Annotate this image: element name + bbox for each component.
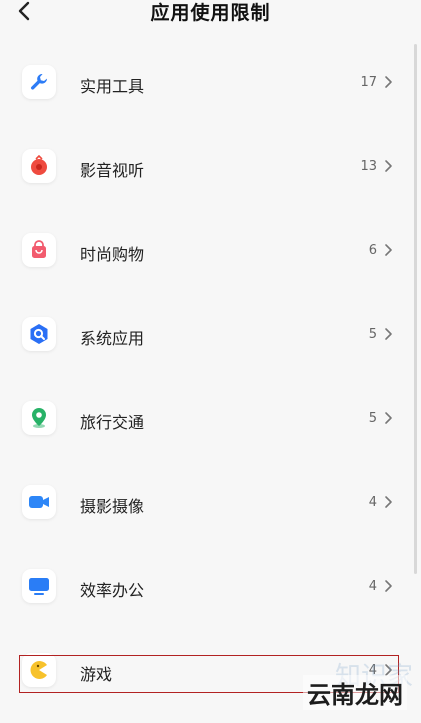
category-label: 摄影摄像 bbox=[80, 497, 145, 516]
wrench-icon bbox=[31, 74, 48, 90]
category-row-tools[interactable]: 实用工具 17 bbox=[0, 42, 421, 126]
chevron-right-icon bbox=[385, 580, 392, 592]
shopping-bag-icon bbox=[32, 240, 46, 258]
app-count: 4 bbox=[368, 579, 377, 594]
pacman-icon bbox=[30, 661, 47, 679]
monitor-icon bbox=[29, 578, 49, 595]
chevron-right-icon bbox=[385, 328, 392, 340]
category-row-media[interactable]: 影音视听 13 bbox=[0, 126, 421, 210]
header: 应用使用限制 bbox=[0, 0, 421, 26]
tools-app-icon bbox=[22, 65, 56, 99]
office-app-icon bbox=[22, 569, 56, 603]
app-count: 5 bbox=[368, 327, 377, 342]
category-row-system[interactable]: 系统应用 5 bbox=[0, 294, 421, 378]
category-row-camera[interactable]: 摄影摄像 4 bbox=[0, 462, 421, 546]
category-label: 时尚购物 bbox=[80, 245, 145, 264]
system-app-icon bbox=[22, 317, 56, 351]
category-row-shopping[interactable]: 时尚购物 6 bbox=[0, 210, 421, 294]
shopping-app-icon bbox=[22, 233, 56, 267]
category-label: 影音视听 bbox=[80, 161, 145, 180]
category-label: 游戏 bbox=[80, 665, 113, 684]
games-app-icon bbox=[22, 653, 56, 687]
media-icon bbox=[31, 155, 47, 175]
page-title: 应用使用限制 bbox=[150, 2, 271, 24]
category-row-travel[interactable]: 旅行交通 5 bbox=[0, 378, 421, 462]
chevron-right-icon bbox=[385, 76, 392, 88]
category-row-office[interactable]: 效率办公 4 bbox=[0, 546, 421, 630]
category-label: 系统应用 bbox=[80, 329, 145, 348]
camera-app-icon bbox=[22, 485, 56, 519]
category-list: 实用工具 17 影音视听 13 时尚购物 6 系统应用 5 旅行交通 5 摄影摄… bbox=[0, 42, 421, 714]
app-count: 13 bbox=[360, 159, 377, 174]
app-count: 17 bbox=[360, 75, 377, 90]
travel-app-icon bbox=[22, 401, 56, 435]
chevron-right-icon bbox=[385, 244, 392, 256]
chevron-right-icon bbox=[385, 160, 392, 172]
media-app-icon bbox=[22, 149, 56, 183]
category-label: 旅行交通 bbox=[80, 413, 145, 432]
chevron-right-icon bbox=[385, 412, 392, 424]
app-count: 5 bbox=[368, 411, 377, 426]
video-camera-icon bbox=[29, 496, 49, 508]
watermark: 云南龙网 bbox=[303, 675, 407, 710]
app-count: 6 bbox=[368, 243, 377, 258]
category-label: 效率办公 bbox=[80, 581, 145, 600]
system-search-icon bbox=[30, 324, 48, 344]
app-count: 4 bbox=[368, 495, 377, 510]
category-label: 实用工具 bbox=[80, 77, 145, 96]
map-pin-icon bbox=[32, 408, 46, 428]
chevron-right-icon bbox=[385, 496, 392, 508]
